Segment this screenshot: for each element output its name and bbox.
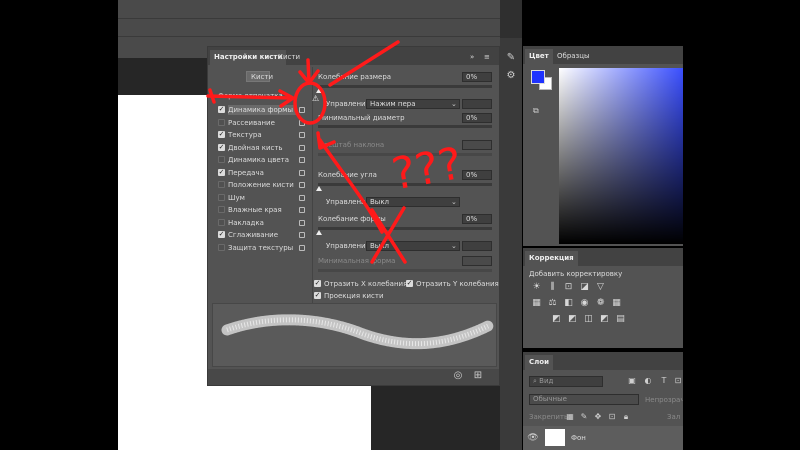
annotation-arrow-diagonal	[318, 138, 384, 234]
annotation-arrow-left	[206, 94, 294, 100]
screenshot-stage: Настройки кисти Кисти » ≡ Кисти Форма от…	[0, 0, 800, 450]
annotation-arrow-up	[306, 58, 311, 84]
annotation-circle	[293, 81, 327, 125]
annotation-arrow-top-right	[328, 40, 400, 87]
annotation-question-marks: ???	[388, 138, 466, 200]
red-annotation-overlay: ???	[206, 40, 466, 264]
annotation-arrowhead-diagonal	[316, 131, 336, 150]
annotation-arrow-left-tail	[208, 88, 216, 104]
